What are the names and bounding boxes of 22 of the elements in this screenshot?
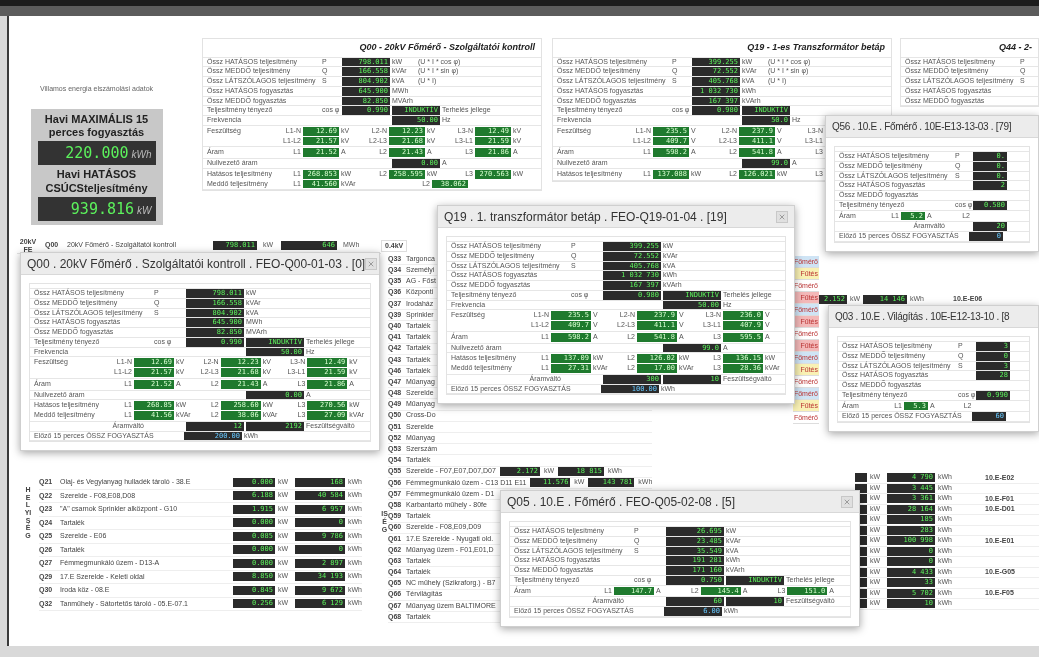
close-icon bbox=[843, 497, 851, 506]
value-display bbox=[855, 483, 867, 493]
panel-title: Q19 - 1-es Transzformátor betáp bbox=[747, 42, 885, 52]
close-button[interactable] bbox=[365, 257, 378, 270]
close-button[interactable] bbox=[841, 495, 853, 508]
panel-title: Q00 - 20kV Főmérő - Szolgáltatói kontroll bbox=[359, 42, 535, 52]
card-title: Havi MAXIMÁLIS 15 perces fogyasztás bbox=[43, 112, 150, 139]
window-title: Q19 . 1. transzformátor betáp . FEO-Q19-01-04 . [19] bbox=[444, 208, 727, 226]
card-value: 939.816 bbox=[70, 198, 135, 220]
unit-label: kWh bbox=[131, 147, 152, 162]
close-button[interactable] bbox=[776, 210, 788, 223]
panel-title: Q44 - 2- bbox=[999, 42, 1032, 52]
close-icon bbox=[367, 259, 376, 268]
window-title: Q56 . 10.E . Főmérő . 10E-E13-13-03 . [79] bbox=[832, 120, 1012, 134]
window-title: Q03 . 10.E . Világítás . 10E-E12-13-10 . [8 bbox=[835, 310, 1010, 324]
value-display bbox=[855, 473, 867, 483]
unit-label: kW bbox=[137, 203, 152, 218]
close-icon bbox=[778, 212, 786, 221]
window-title: Q05 . 10.E . Főmérő . FEO-Q05-02-08 . [5] bbox=[507, 493, 736, 511]
card-title: Havi HATÁSOS CSÚCSteljesítmény bbox=[44, 168, 149, 195]
window-title: Q00 . 20kV Főmérő . Szolgáltatói kontroll . FEO-Q00-01-03 . [0] bbox=[27, 255, 366, 273]
card-value: 220.000 bbox=[65, 142, 129, 164]
